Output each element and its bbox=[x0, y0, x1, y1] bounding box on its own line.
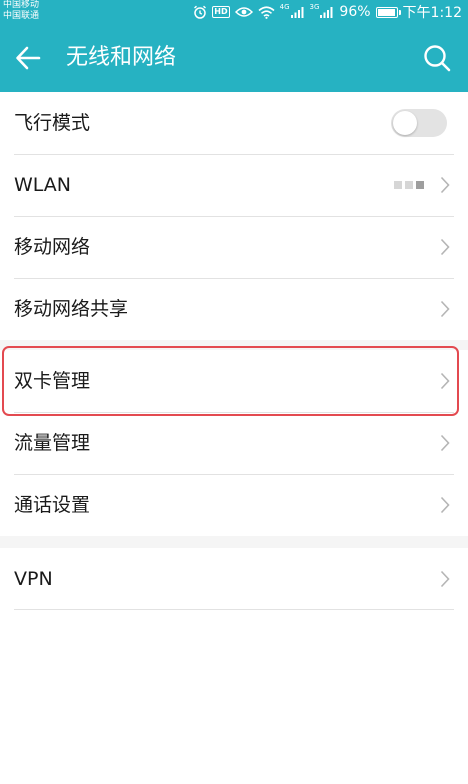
battery-icon bbox=[375, 6, 401, 18]
mobile-network-row[interactable]: 移动网络 bbox=[0, 216, 468, 278]
airplane-mode-row[interactable]: 飞行模式 bbox=[0, 92, 468, 154]
signal-2-icon bbox=[320, 7, 333, 18]
chevron-right-icon bbox=[440, 570, 450, 588]
vpn-label: VPN bbox=[14, 568, 53, 590]
highlight-box bbox=[2, 346, 459, 416]
battery-fill bbox=[377, 8, 396, 16]
empty-area bbox=[0, 610, 468, 784]
wlan-row[interactable]: WLAN bbox=[0, 154, 468, 216]
call-settings-row[interactable]: 通话设置 bbox=[0, 474, 468, 536]
alarm-icon bbox=[194, 5, 207, 19]
carrier-labels: 中国移动 中国联通 bbox=[3, 0, 39, 22]
arrow-left-icon bbox=[16, 46, 41, 70]
chevron-right-icon bbox=[440, 496, 450, 514]
airplane-mode-label: 飞行模式 bbox=[14, 112, 91, 134]
carrier-2-label: 中国联通 bbox=[3, 11, 40, 21]
carrier-1-label: 中国移动 bbox=[3, 0, 40, 10]
wifi-icon bbox=[258, 5, 275, 19]
signal-1-icon bbox=[290, 7, 304, 18]
app-toolbar: 无线和网络 bbox=[0, 24, 468, 92]
chevron-right-icon bbox=[440, 300, 450, 318]
search-icon bbox=[424, 45, 451, 72]
page-title: 无线和网络 bbox=[66, 45, 177, 70]
toggle-knob bbox=[393, 111, 417, 135]
chevron-right-icon bbox=[440, 434, 450, 452]
clock: 下午1:12 bbox=[402, 5, 462, 21]
net-type-1-label: 4G bbox=[279, 3, 290, 11]
divider bbox=[14, 609, 454, 610]
chevron-right-icon bbox=[440, 238, 450, 256]
settings-group-connectivity: 飞行模式 WLAN 移动网络 移动网络共享 bbox=[0, 92, 468, 340]
mobile-network-label: 移动网络 bbox=[14, 236, 91, 258]
status-icons: HD 4G 3G 96% 下午1:12 bbox=[193, 2, 462, 22]
net-type-2-label: 3G bbox=[309, 3, 320, 11]
settings-group-vpn: VPN bbox=[0, 548, 468, 610]
airplane-mode-toggle[interactable] bbox=[391, 109, 447, 137]
search-button[interactable] bbox=[422, 43, 452, 73]
data-usage-row[interactable]: 流量管理 bbox=[0, 412, 468, 474]
back-button[interactable] bbox=[14, 44, 42, 72]
wlan-label: WLAN bbox=[14, 174, 72, 196]
tethering-row[interactable]: 移动网络共享 bbox=[0, 278, 468, 340]
battery-percent: 96% bbox=[339, 4, 371, 20]
eye-comfort-icon bbox=[234, 7, 253, 17]
status-bar: 中国移动 中国联通 HD 4G 3G 96% 下午1:12 bbox=[0, 0, 468, 24]
chevron-right-icon bbox=[440, 176, 450, 194]
hd-icon: HD bbox=[212, 6, 230, 18]
data-usage-label: 流量管理 bbox=[14, 432, 91, 454]
call-settings-label: 通话设置 bbox=[14, 494, 91, 516]
wlan-network-value bbox=[394, 181, 424, 189]
tethering-label: 移动网络共享 bbox=[14, 298, 129, 320]
vpn-row[interactable]: VPN bbox=[0, 548, 468, 610]
